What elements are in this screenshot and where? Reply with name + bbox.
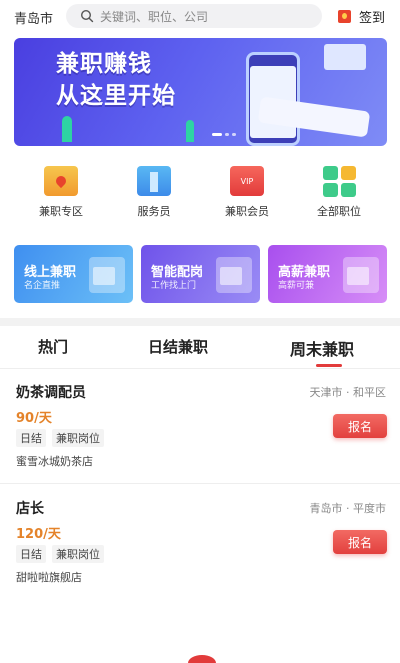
carousel-dot[interactable] <box>225 133 229 136</box>
map-pin-folder-icon <box>44 166 78 196</box>
promo-banner[interactable]: 兼职赚钱 从这里开始 <box>14 38 387 146</box>
plant-illustration <box>186 120 194 142</box>
job-company: 甜啦啦旗舰店 <box>16 571 82 584</box>
section-divider <box>0 318 400 326</box>
grid-tile <box>322 183 338 197</box>
city-selector[interactable]: 青岛市 <box>14 8 53 27</box>
tab-daily-pay[interactable]: 日结兼职 <box>148 336 208 357</box>
card-subtitle: 高薪可兼 <box>278 281 315 291</box>
sign-in-icon <box>338 10 351 23</box>
grid-tile <box>340 183 356 197</box>
job-tag: 兼职岗位 <box>52 545 104 563</box>
job-list-item[interactable]: 店长 青岛市 · 平度市 120/天 日结 兼职岗位 甜啦啦旗舰店 报名 <box>0 498 400 614</box>
search-input[interactable]: 关键词、职位、公司 <box>66 4 322 28</box>
vip-card-icon: VIP <box>230 166 264 196</box>
tab-active-indicator <box>316 364 342 367</box>
monitor-illustration <box>347 267 369 285</box>
job-company: 蜜雪冰城奶茶店 <box>16 455 93 468</box>
tab-weekend[interactable]: 周末兼职 <box>290 336 354 360</box>
quick-entry-label: 兼职会员 <box>225 205 269 218</box>
quick-entry-label: 服务员 <box>137 205 171 218</box>
carousel-dot[interactable] <box>232 133 236 136</box>
apply-button[interactable]: 报名 <box>333 530 387 554</box>
card-subtitle: 工作找上门 <box>151 281 197 291</box>
quick-entry-label: 兼职专区 <box>39 205 83 218</box>
quick-entry-waiter[interactable]: 服务员 <box>114 166 194 219</box>
card-high-pay-jobs[interactable]: 高薪兼职 高薪可兼 <box>268 245 387 303</box>
banner-title-line2: 从这里开始 <box>56 83 176 109</box>
job-pay: 90/天 <box>16 411 52 426</box>
top-bar: 青岛市 关键词、职位、公司 签到 <box>0 0 400 34</box>
job-list-item[interactable]: 奶茶调配员 天津市 · 和平区 90/天 日结 兼职岗位 蜜雪冰城奶茶店 报名 <box>0 382 400 498</box>
job-title: 奶茶调配员 <box>16 385 86 401</box>
tab-divider <box>0 368 400 369</box>
quick-entry-membership[interactable]: VIP 兼职会员 <box>207 166 287 219</box>
profile-card-illustration <box>220 267 242 285</box>
job-location: 青岛市 · 平度市 <box>309 502 387 515</box>
job-tags: 日结 兼职岗位 <box>16 429 104 447</box>
job-tags: 日结 兼职岗位 <box>16 545 104 563</box>
vip-text: VIP <box>240 176 254 186</box>
job-tag: 日结 <box>16 429 46 447</box>
job-pay: 120/天 <box>16 527 61 542</box>
card-subtitle: 名企直推 <box>24 281 61 291</box>
list-divider <box>0 483 400 484</box>
carousel-dot-active[interactable] <box>212 133 222 136</box>
waiter-uniform-icon <box>137 166 171 196</box>
search-icon <box>80 9 94 23</box>
banner-title-line1: 兼职赚钱 <box>56 51 152 77</box>
job-title: 店长 <box>16 501 44 517</box>
grid-tile <box>322 166 338 180</box>
quick-entry-all-jobs[interactable]: 全部职位 <box>299 166 379 219</box>
sign-in-button[interactable]: 签到 <box>338 7 385 26</box>
floating-action-button[interactable] <box>188 655 216 663</box>
job-location: 天津市 · 和平区 <box>309 386 387 399</box>
sign-in-label: 签到 <box>359 11 386 26</box>
laptop-illustration <box>93 267 115 285</box>
card-smart-matching[interactable]: 智能配岗 工作找上门 <box>141 245 260 303</box>
grid-apps-icon <box>322 166 356 197</box>
card-online-jobs[interactable]: 线上兼职 名企直推 <box>14 245 133 303</box>
quick-entry-part-time-zone[interactable]: 兼职专区 <box>21 166 101 219</box>
quick-entry-label: 全部职位 <box>317 205 361 218</box>
grid-tile <box>340 166 356 180</box>
tab-hot[interactable]: 热门 <box>38 336 68 357</box>
plant-illustration <box>62 116 72 142</box>
apply-button[interactable]: 报名 <box>333 414 387 438</box>
carousel-indicator <box>212 133 236 136</box>
chart-card-illustration <box>324 44 366 70</box>
job-tag: 日结 <box>16 545 46 563</box>
job-tag: 兼职岗位 <box>52 429 104 447</box>
search-placeholder: 关键词、职位、公司 <box>100 9 209 24</box>
